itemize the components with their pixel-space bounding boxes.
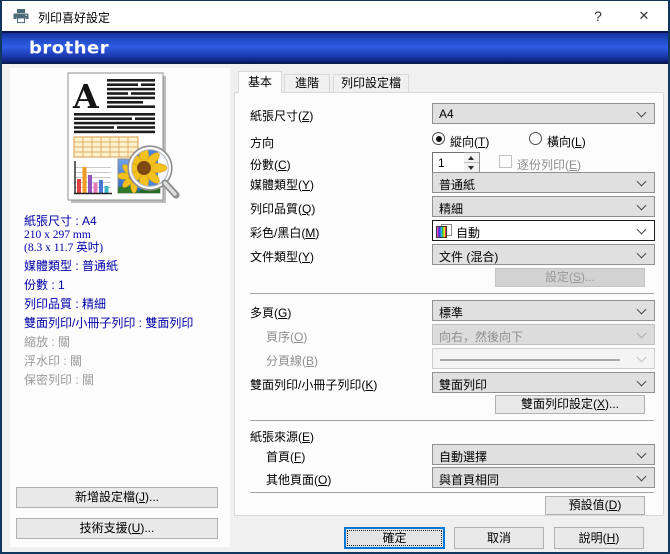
chevron-down-icon [636,200,647,211]
paper-size-value: A4 [439,107,454,121]
chevron-down-icon [636,176,647,187]
close-button[interactable]: ✕ [624,1,664,31]
page-order-value: 向右，然後向下 [439,330,524,344]
spinner-buttons [464,152,480,173]
orientation-portrait-label: 縱向(T) [450,135,490,149]
summary-copies: 份數 : 1 [24,278,65,292]
copies-label: 份數(C) [250,158,291,172]
add-profile-button[interactable]: 新增設定檔(J)... [16,487,218,508]
chevron-down-icon [636,376,647,387]
chevron-down-icon [636,248,647,259]
summary-quality: 列印品質 : 精細 [24,297,107,311]
orientation-landscape-label: 橫向(L) [547,135,586,149]
paper-size-label: 紙張尺寸(Z) [250,109,314,123]
duplex-label: 雙面列印/小冊子列印(K) [250,378,378,392]
settings-button: 設定(S)... [495,268,645,287]
orientation-label: 方向 [250,136,275,150]
first-page-select[interactable]: 自動選擇 [432,444,655,465]
support-button[interactable]: 技術支援(U)... [16,518,218,539]
tab-print-profiles[interactable]: 列印設定檔 [333,74,409,92]
chevron-down-icon [636,352,647,363]
print-quality-value: 精細 [439,202,464,216]
document-type-select[interactable]: 文件 (混合) [432,244,655,265]
first-page-label: 首頁(F) [266,450,306,464]
summary-watermark: 浮水印 : 關 [24,354,83,368]
settings-summary: 紙張尺寸 : A4 210 x 297 mm (8.3 x 11.7 英吋) 媒… [24,214,224,388]
first-page-value: 自動選擇 [439,450,488,464]
summary-secure-print: 保密列印 : 關 [24,373,95,387]
summary-scaling: 縮放 : 關 [24,335,71,349]
default-button[interactable]: 預設值(D) [545,496,645,515]
paper-source-label: 紙張來源(E) [250,430,315,444]
brother-logo: brother [29,38,110,59]
collate-checkbox [499,155,512,168]
border-line-label: 分頁線(B) [266,354,319,368]
media-type-label: 媒體類型(Y) [250,178,315,192]
separator [250,293,654,294]
summary-size-inch: (8.3 x 11.7 英吋) [24,242,104,254]
chevron-down-icon [636,304,647,315]
duplex-value: 雙面列印 [439,378,488,392]
paper-size-select[interactable]: A4 [432,103,655,124]
color-mono-value: 自動 [456,226,481,240]
color-mono-select[interactable]: 自動 [432,220,655,241]
summary-paper-size: 紙張尺寸 : A4 [24,214,97,228]
window-title: 列印喜好設定 [38,11,111,25]
border-line-sample [440,359,620,361]
multi-page-value: 標準 [439,306,464,320]
multi-page-select[interactable]: 標準 [432,300,655,321]
help-footer-button[interactable]: 說明(H) [554,527,644,549]
color-pages-icon [436,224,452,238]
collate-label: 逐份列印(E) [517,158,582,172]
cancel-button[interactable]: 取消 [454,527,544,549]
document-type-label: 文件類型(Y) [250,250,315,264]
print-preferences-dialog: 列印喜好設定 ? ✕ brother A 紙張尺寸: A4 210 x 297… [0,0,670,554]
other-pages-label: 其他頁面(O) [266,473,332,487]
chevron-down-icon [636,224,647,235]
document-preview-image: A [67,72,180,203]
other-pages-value: 與首頁相同 [439,473,500,487]
summary-duplex: 雙面列印/小冊子列印 : 雙面列印 [24,316,194,330]
media-type-value: 普通紙 [439,178,476,192]
page-order-label: 頁序(O) [266,330,308,344]
chevron-down-icon [636,448,647,459]
duplex-select[interactable]: 雙面列印 [432,372,655,393]
chevron-down-icon [636,328,647,339]
svg-text:A: A [72,77,99,116]
table-graphic [73,136,139,158]
duplex-settings-button[interactable]: 雙面列印設定(X)... [495,395,645,414]
orientation-landscape-radio[interactable] [529,132,542,145]
media-type-select[interactable]: 普通紙 [432,172,655,193]
title-bar: 列印喜好設定 ? ✕ [2,1,668,31]
printer-icon [13,9,29,24]
page-order-select: 向右，然後向下 [432,324,655,345]
tab-basic[interactable]: 基本 [238,71,282,93]
chevron-down-icon [636,471,647,482]
tab-advanced[interactable]: 進階 [284,74,330,92]
summary-size-mm: 210 x 297 mm [24,229,91,241]
spin-down-button[interactable] [464,162,479,172]
multi-page-label: 多頁(G) [250,306,292,320]
other-pages-select[interactable]: 與首頁相同 [432,467,655,488]
copies-input[interactable]: 1 [432,152,465,173]
print-quality-label: 列印品質(Q) [250,202,316,216]
ok-button[interactable]: 確定 [344,527,445,549]
color-mono-label: 彩色/黑白(M) [250,226,320,240]
chevron-down-icon [636,107,647,118]
separator [250,492,654,493]
brand-bar: brother [2,31,668,64]
preview-panel: A 紙張尺寸: A4 210 x 297 mm (8.3 x 11.7 英吋)… [10,68,230,547]
print-quality-select[interactable]: 精細 [432,196,655,217]
separator [250,420,654,421]
orientation-portrait-radio[interactable] [432,132,445,145]
copies-stepper[interactable]: 1 [432,152,480,173]
help-button[interactable]: ? [578,1,618,31]
document-type-value: 文件 (混合) [439,250,499,264]
summary-media-type: 媒體類型 : 普通紙 [24,259,119,273]
border-line-select [432,348,655,369]
